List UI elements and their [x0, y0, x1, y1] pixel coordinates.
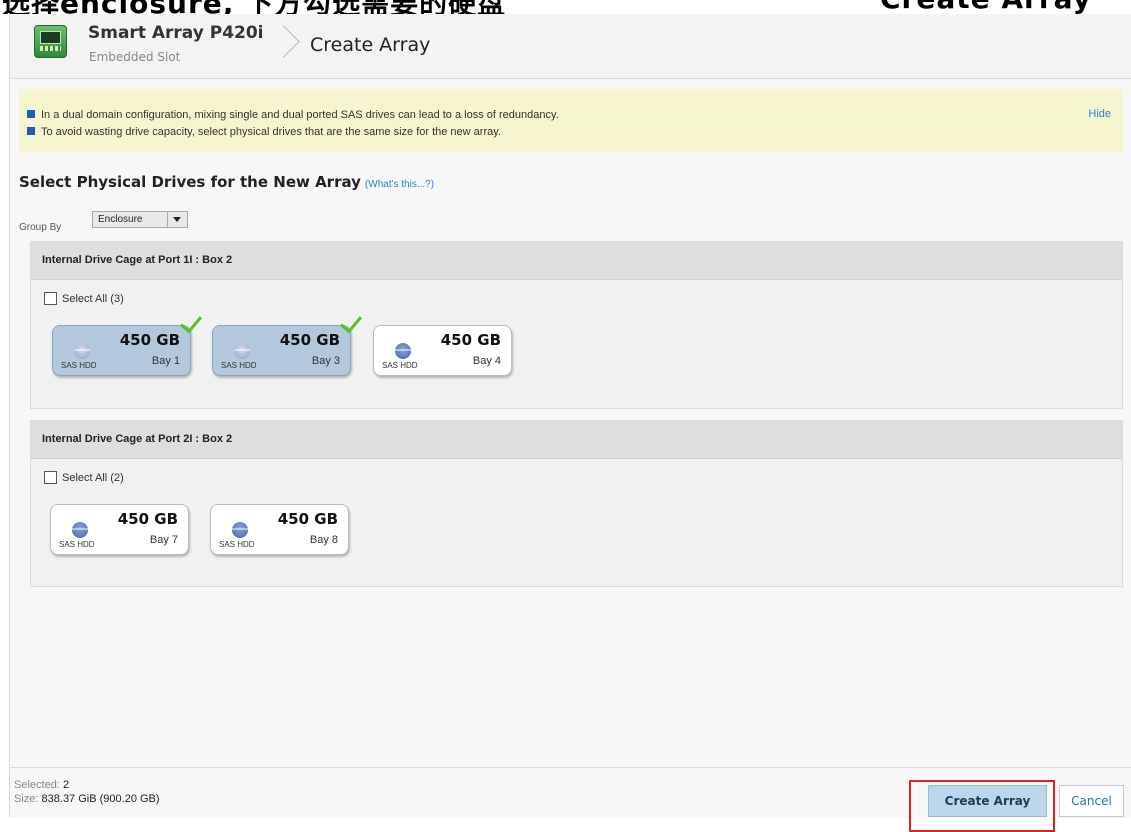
page-header: Smart Array P420i Embedded Slot Create A…: [10, 14, 1131, 79]
selected-size: Size: 838.37 GiB (900.20 GB): [14, 793, 160, 805]
drive-type: SAS HDD: [221, 361, 257, 370]
group-by-value: Enclosure: [98, 214, 143, 225]
selected-count: Selected: 2: [14, 779, 70, 791]
drive-capacity: 450 GB: [279, 331, 340, 349]
drive-type: SAS HDD: [61, 361, 97, 370]
group-by-label: Group By: [19, 222, 62, 233]
drive-capacity: 450 GB: [277, 510, 338, 528]
drive-capacity: 450 GB: [119, 331, 180, 349]
drive-bay: Bay 4: [472, 355, 501, 367]
select-all-checkbox[interactable]: Select All (2): [44, 471, 124, 484]
drive-capacity: 450 GB: [117, 510, 178, 528]
drive-bay-8[interactable]: 450 GB SAS HDD Bay 8: [210, 504, 349, 555]
drive-bay-1[interactable]: 450 GB SAS HDD Bay 1: [52, 310, 203, 376]
controller-name[interactable]: Smart Array P420i: [88, 23, 264, 43]
group-by-select[interactable]: Enclosure: [92, 211, 188, 228]
controller-icon: [34, 25, 67, 58]
notice-line: To avoid wasting drive capacity, select …: [27, 126, 501, 138]
hard-drive-icon: [74, 343, 90, 359]
notice-banner: In a dual domain configuration, mixing s…: [19, 89, 1123, 152]
drive-cage-1: Internal Drive Cage at Port 1I : Box 2 S…: [30, 241, 1123, 409]
drive-bay: Bay 1: [151, 355, 180, 367]
breadcrumb-chevron-icon: [267, 25, 300, 58]
cage-title: Internal Drive Cage at Port 2I : Box 2: [31, 421, 1122, 459]
hard-drive-icon: [72, 522, 88, 538]
drive-type: SAS HDD: [382, 361, 418, 370]
cropped-caption: 选择enclosure, 下方勾选需要的硬盘 Create Array: [0, 0, 1131, 14]
controller-slot: Embedded Slot: [89, 50, 181, 64]
drive-bay: Bay 7: [149, 534, 178, 546]
drive-type: SAS HDD: [219, 540, 255, 549]
hard-drive-icon: [234, 343, 250, 359]
drive-capacity: 450 GB: [440, 331, 501, 349]
hard-drive-icon: [395, 343, 411, 359]
drive-bay: Bay 8: [309, 534, 338, 546]
drive-cage-2: Internal Drive Cage at Port 2I : Box 2 S…: [30, 420, 1123, 587]
drive-bay-4[interactable]: 450 GB SAS HDD Bay 4: [373, 325, 512, 376]
section-title: Select Physical Drives for the New Array…: [19, 173, 435, 191]
hide-notice-link[interactable]: Hide: [1088, 108, 1111, 120]
notice-line: In a dual domain configuration, mixing s…: [27, 109, 559, 121]
caption-text-right: Create Array: [880, 0, 1092, 14]
cancel-button[interactable]: Cancel: [1059, 785, 1124, 817]
hard-drive-icon: [232, 522, 248, 538]
cage-title: Internal Drive Cage at Port 1I : Box 2: [31, 242, 1122, 280]
bullet-icon: [27, 110, 35, 118]
checkbox-icon: [44, 471, 57, 484]
checkmark-icon: [179, 310, 203, 334]
drive-bay: Bay 3: [311, 355, 340, 367]
page-title: Create Array: [310, 34, 431, 56]
drive-bay-7[interactable]: 450 GB SAS HDD Bay 7: [50, 504, 189, 555]
footer-bar: Selected: 2 Size: 838.37 GiB (900.20 GB)…: [10, 767, 1131, 832]
drive-type: SAS HDD: [59, 540, 95, 549]
checkbox-icon: [44, 292, 57, 305]
select-all-checkbox[interactable]: Select All (3): [44, 292, 124, 305]
chevron-down-icon: [167, 212, 187, 227]
caption-text-left: 选择enclosure, 下方勾选需要的硬盘: [2, 0, 506, 14]
drive-bay-3[interactable]: 450 GB SAS HDD Bay 3: [212, 310, 363, 376]
create-array-button[interactable]: Create Array: [928, 785, 1047, 817]
help-link[interactable]: (What's this...?): [365, 179, 434, 190]
checkmark-icon: [339, 310, 363, 334]
bullet-icon: [27, 127, 35, 135]
create-array-panel: Smart Array P420i Embedded Slot Create A…: [9, 14, 1131, 832]
